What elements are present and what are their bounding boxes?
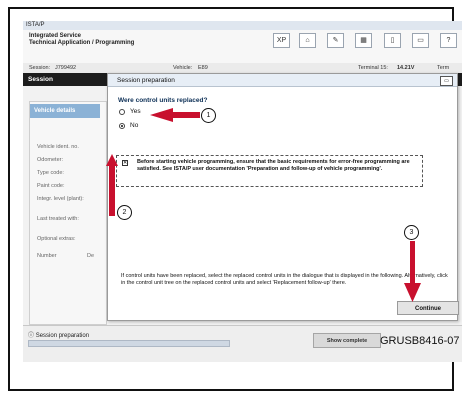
field-label: Vehicle ident. no.	[37, 144, 79, 150]
field-label: Number	[37, 253, 57, 259]
callout-1: 1	[201, 108, 216, 123]
vehicle-code: E89	[198, 65, 208, 71]
dialog-title: Session preparation	[108, 74, 457, 87]
warning-text: Before starting vehicle programming, ens…	[137, 159, 410, 172]
field-label: Last treated with:	[37, 216, 79, 222]
radio-no[interactable]	[119, 123, 125, 129]
xp-button[interactable]: XP	[273, 33, 290, 48]
warning-box: ✕ Before starting vehicle programming, e…	[116, 155, 423, 187]
field-label: Type code:	[37, 170, 64, 176]
show-complete-button[interactable]: Show complete	[313, 333, 381, 348]
radio-no-label: No	[130, 122, 139, 129]
dialog-question: Were control units replaced?	[118, 97, 208, 104]
callout-3: 3	[404, 225, 419, 240]
wrench-icon[interactable]: ✎	[327, 33, 344, 48]
callout-2: 2	[117, 205, 132, 220]
window-titlebar: ISTA/P	[23, 21, 462, 30]
screenshot: ISTA/P Integrated Service Technical Appl…	[23, 21, 462, 362]
status-bar: Session: J799492 Vehicle: E89 Terminal 1…	[23, 63, 462, 73]
field-value: De	[87, 253, 95, 259]
help-button[interactable]: ?	[440, 33, 457, 48]
field-label: Integr. level (plant):	[37, 196, 84, 202]
session-preparation-dialog: Session preparation ▭ Were control units…	[107, 73, 459, 321]
field-label: Odometer:	[37, 157, 63, 163]
tab-vehicle-details[interactable]: Vehicle details	[30, 104, 100, 118]
confirm-checkbox[interactable]: ✕	[122, 160, 128, 166]
session-id: J799492	[55, 65, 77, 71]
bottom-section-title: ⓘ Session preparation	[28, 333, 90, 339]
figure-code: GRUSB8416-07	[380, 335, 460, 347]
print-icon[interactable]: ▭	[412, 33, 429, 48]
field-label: Paint code:	[37, 183, 65, 189]
info-icon: ⓘ	[28, 333, 35, 339]
dialog-instructions: If control units have been replaced, sel…	[121, 273, 448, 286]
radio-yes[interactable]	[119, 109, 125, 115]
home-icon[interactable]: ⌂	[299, 33, 316, 48]
bottom-bar: ⓘ Session preparation Show complete GRUS…	[23, 325, 462, 362]
app-name: Integrated Service Technical Application…	[29, 33, 135, 46]
vehicle-details-panel: Vehicle details Vehicle ident. no. Odome…	[29, 101, 107, 325]
grid-icon[interactable]: ▦	[355, 33, 372, 48]
nav-session[interactable]: Session	[28, 73, 53, 86]
print-icon[interactable]: ▭	[440, 76, 453, 86]
terminal-voltage: 14.21V	[397, 65, 415, 71]
radio-yes-label: Yes	[130, 108, 141, 115]
document-icon[interactable]: ▯	[384, 33, 401, 48]
app-header: Integrated Service Technical Application…	[23, 30, 462, 64]
field-label: Optional extras:	[37, 236, 76, 242]
progress-track	[28, 340, 230, 347]
continue-button[interactable]: Continue	[397, 301, 459, 315]
